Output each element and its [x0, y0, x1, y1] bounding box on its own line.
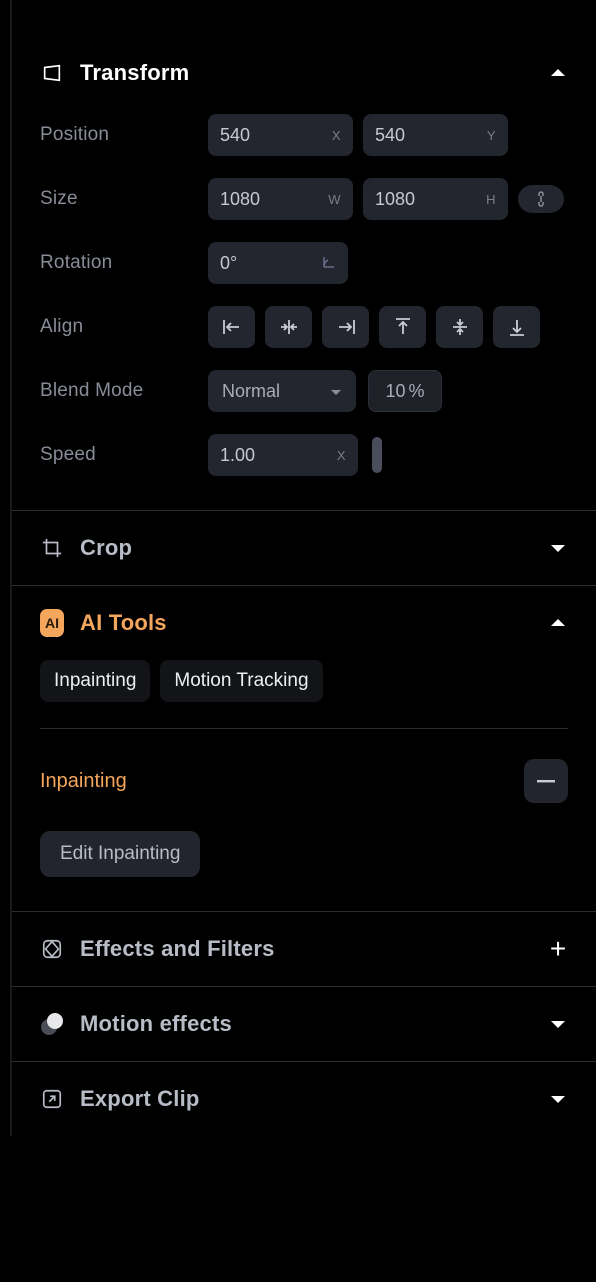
section-title: Crop	[80, 535, 548, 561]
crop-section-header[interactable]: Crop	[12, 511, 596, 585]
chevron-down-icon	[548, 1089, 568, 1109]
transform-section-header[interactable]: Transform	[12, 0, 596, 110]
motion-tracking-chip[interactable]: Motion Tracking	[160, 660, 322, 702]
speed-input[interactable]: 1.00 X	[208, 434, 358, 476]
effects-section-header[interactable]: Effects and Filters +	[12, 912, 596, 986]
crop-icon	[40, 536, 64, 560]
remove-inpainting-button[interactable]	[524, 759, 568, 803]
ai-tools-section-header[interactable]: AI AI Tools	[12, 586, 596, 660]
transform-icon	[40, 61, 64, 85]
export-clip-section-header[interactable]: Export Clip	[12, 1062, 596, 1136]
align-bottom-button[interactable]	[493, 306, 540, 348]
speed-slider-handle[interactable]	[372, 437, 382, 473]
chevron-down-icon	[548, 1014, 568, 1034]
align-top-button[interactable]	[379, 306, 426, 348]
section-title: Motion effects	[80, 1011, 548, 1037]
position-label: Position	[40, 124, 208, 146]
section-title: Transform	[80, 60, 548, 86]
align-center-h-button[interactable]	[265, 306, 312, 348]
chevron-up-icon	[548, 613, 568, 633]
blend-opacity-input[interactable]: 10%	[368, 370, 442, 412]
position-y-input[interactable]: 540 Y	[363, 114, 508, 156]
motion-effects-section-header[interactable]: Motion effects	[12, 987, 596, 1061]
position-x-input[interactable]: 540 X	[208, 114, 353, 156]
inpainting-chip[interactable]: Inpainting	[40, 660, 150, 702]
rotation-input[interactable]: 0°	[208, 242, 348, 284]
align-label: Align	[40, 316, 208, 338]
edit-inpainting-button[interactable]: Edit Inpainting	[40, 831, 200, 877]
size-label: Size	[40, 188, 208, 210]
link-dimensions-toggle[interactable]	[518, 185, 564, 213]
align-left-button[interactable]	[208, 306, 255, 348]
chevron-down-icon	[548, 538, 568, 558]
section-title: Export Clip	[80, 1086, 548, 1112]
ai-badge-icon: AI	[40, 611, 64, 635]
size-h-input[interactable]: 1080 H	[363, 178, 508, 220]
chevron-down-icon	[330, 381, 342, 402]
export-icon	[40, 1087, 64, 1111]
effects-icon	[40, 937, 64, 961]
plus-icon[interactable]: +	[548, 939, 568, 959]
blend-label: Blend Mode	[40, 380, 208, 402]
align-right-button[interactable]	[322, 306, 369, 348]
speed-label: Speed	[40, 444, 208, 466]
inpainting-subheader: Inpainting	[40, 770, 127, 793]
motion-effects-icon	[40, 1012, 64, 1036]
rotation-label: Rotation	[40, 252, 208, 274]
section-title: AI Tools	[80, 610, 548, 636]
align-center-v-button[interactable]	[436, 306, 483, 348]
angle-icon	[322, 255, 336, 272]
chevron-up-icon	[548, 63, 568, 83]
size-w-input[interactable]: 1080 W	[208, 178, 353, 220]
blend-mode-select[interactable]: Normal	[208, 370, 356, 412]
section-title: Effects and Filters	[80, 936, 548, 962]
